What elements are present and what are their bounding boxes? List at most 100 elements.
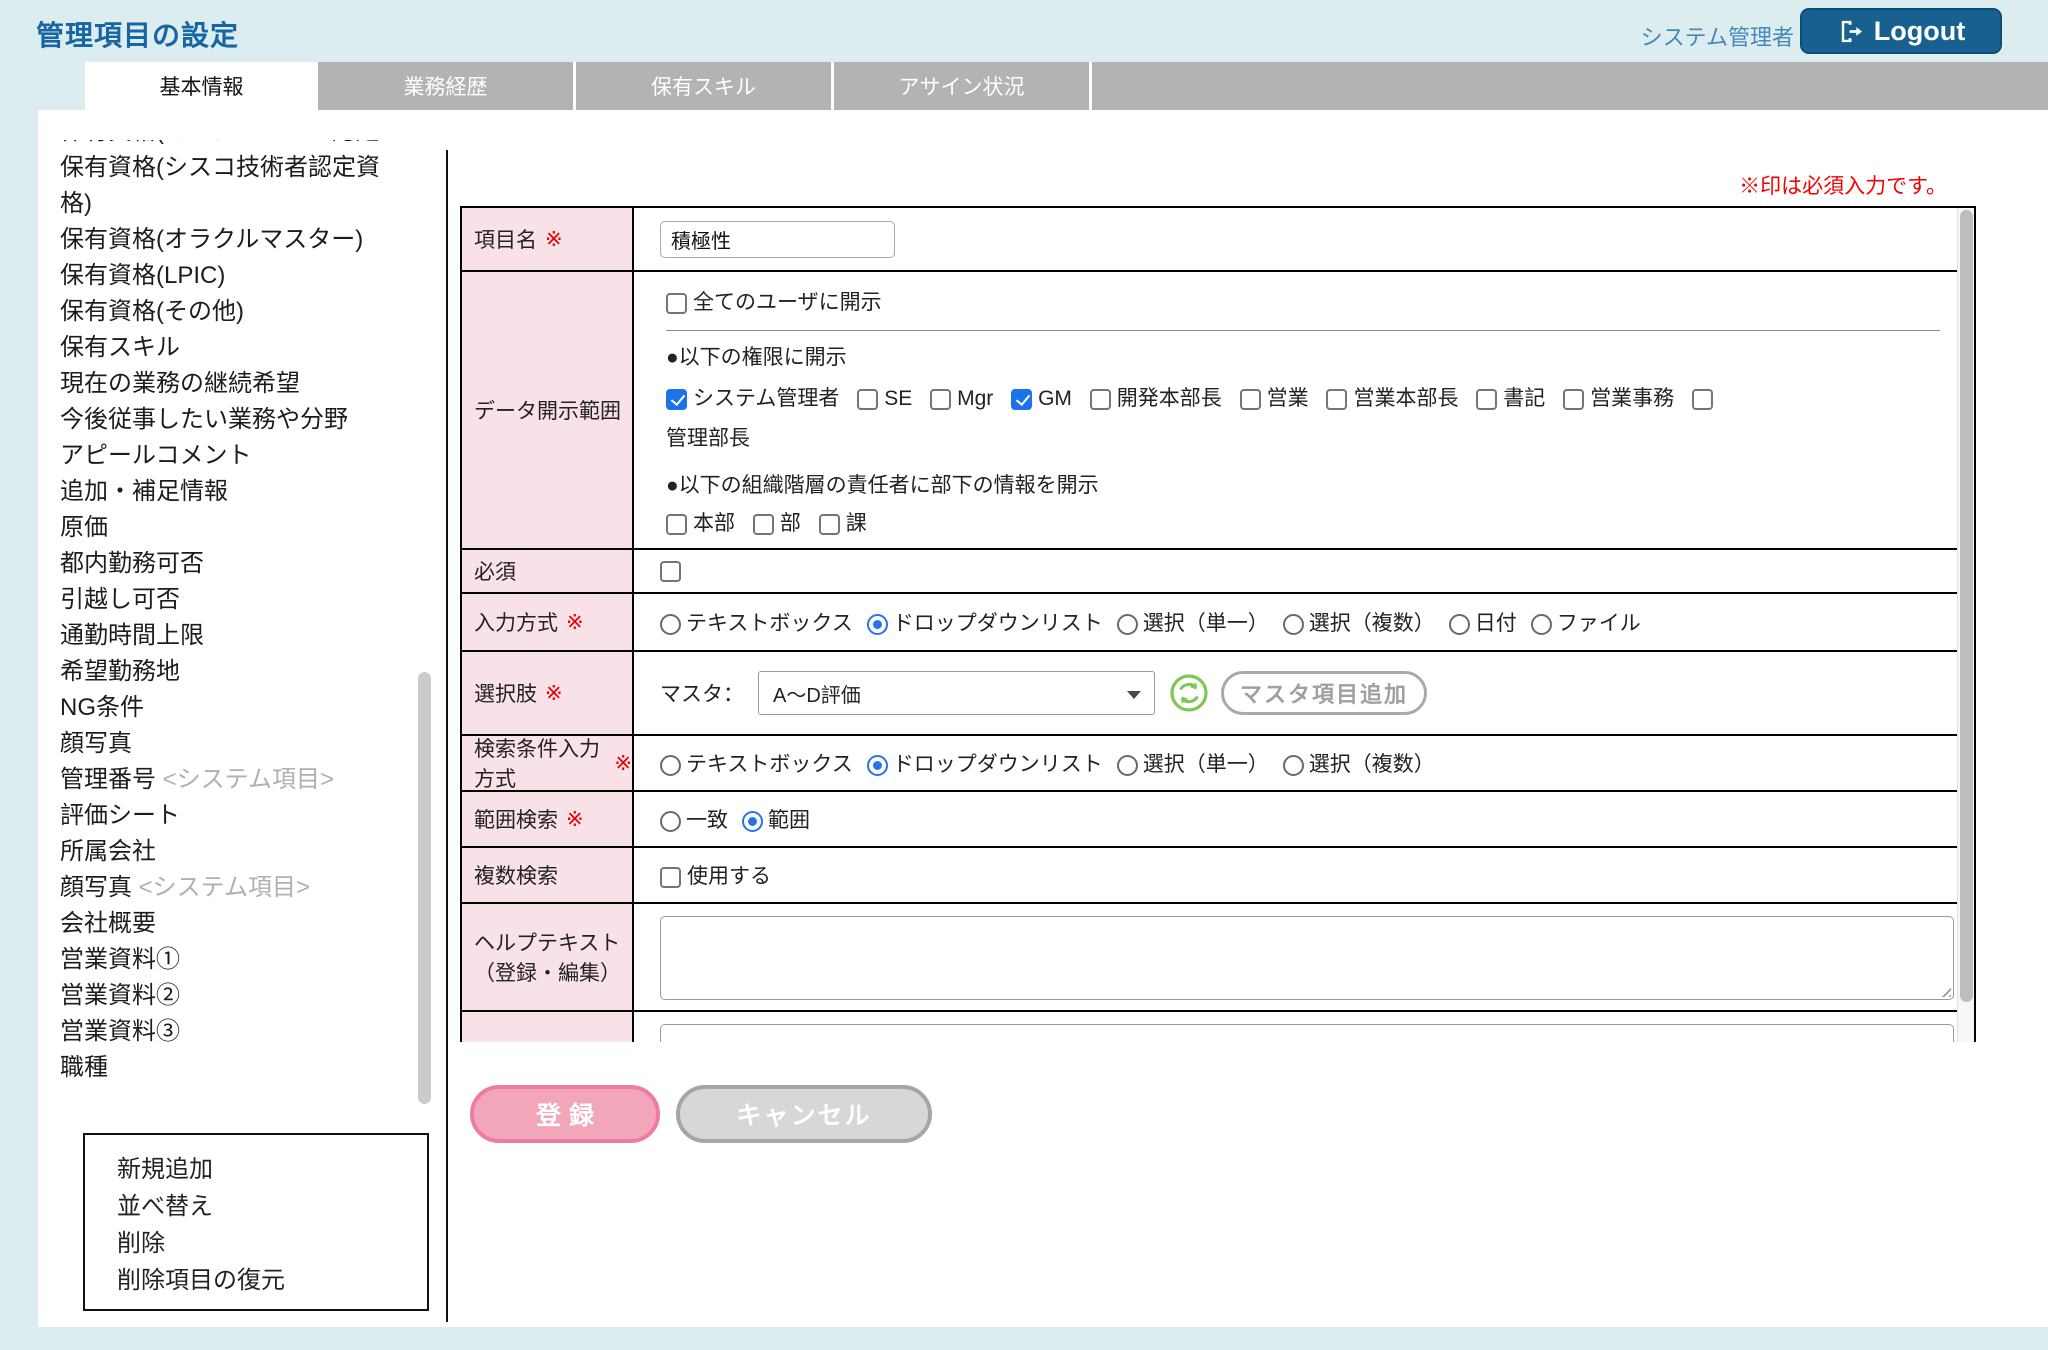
radio-icon <box>1283 755 1304 776</box>
help-text-textarea[interactable] <box>660 916 1954 1000</box>
input-method-radio[interactable]: 選択（複数） <box>1283 607 1435 637</box>
refresh-icon[interactable] <box>1169 673 1209 713</box>
row-clipped <box>462 1012 1974 1042</box>
radio-icon <box>1449 614 1470 635</box>
required-mark: ※ <box>614 751 632 776</box>
org-heading: ●以下の組織階層の責任者に部下の情報を開示 <box>666 469 1954 499</box>
range-search-radio[interactable]: 範囲 <box>742 804 810 834</box>
input-method-radio[interactable]: 選択（単一） <box>1117 607 1269 637</box>
form-scrollbar-track[interactable] <box>1957 208 1974 1042</box>
radio-icon <box>660 755 681 776</box>
list-item[interactable]: 通勤時間上限 <box>60 618 402 654</box>
form-scrollbar-thumb[interactable] <box>1960 210 1973 1002</box>
required-checkbox[interactable] <box>660 559 687 583</box>
list-item-clipped[interactable]: 保有資格(マイクロソフト認定資格、 <box>60 140 402 150</box>
tab-assignment-status[interactable]: アサイン状況 <box>834 62 1092 110</box>
list-item[interactable]: 営業資料① <box>60 942 402 978</box>
list-item[interactable]: NG条件 <box>60 690 402 726</box>
input-method-radio[interactable]: 日付 <box>1449 607 1517 637</box>
list-item[interactable]: 原価 <box>60 510 402 546</box>
permission-checkbox[interactable]: 営業 <box>1240 387 1309 410</box>
action-reorder[interactable]: 並べ替え <box>117 1188 427 1225</box>
permission-checkbox[interactable]: GM <box>1011 387 1072 410</box>
search-method-radio[interactable]: 選択（単一） <box>1117 748 1269 778</box>
resize-grip-icon[interactable] <box>1938 984 1951 997</box>
permission-checkbox[interactable]: 開発本部長 <box>1090 387 1222 410</box>
permission-checkbox[interactable]: 書記 <box>1476 387 1545 410</box>
action-add-new[interactable]: 新規追加 <box>117 1151 427 1188</box>
tab-basic-info[interactable]: 基本情報 <box>85 62 318 110</box>
multi-search-checkbox[interactable]: 使用する <box>660 860 771 890</box>
permission-checkbox[interactable]: SE <box>857 387 912 410</box>
permission-checkbox[interactable]: 営業事務 <box>1563 387 1674 410</box>
list-item[interactable]: 顔写真 <box>60 726 402 762</box>
checkbox-icon <box>1476 389 1497 410</box>
list-item[interactable]: 職種 <box>60 1050 402 1086</box>
permission-checkbox[interactable]: 営業本部長 <box>1326 387 1458 410</box>
input-method-radio[interactable]: テキストボックス <box>660 607 853 637</box>
list-item-system[interactable]: 顔写真 <システム項目> <box>60 870 402 906</box>
action-restore-deleted[interactable]: 削除項目の復元 <box>117 1262 427 1299</box>
list-item[interactable]: 都内勤務可否 <box>60 546 402 582</box>
action-delete[interactable]: 削除 <box>117 1225 427 1262</box>
list-item[interactable]: 会社概要 <box>60 906 402 942</box>
logout-button[interactable]: Logout <box>1800 8 2002 54</box>
field-label: 検索条件入力方式 <box>474 733 606 793</box>
input-method-radio[interactable]: ファイル <box>1531 607 1641 637</box>
tab-work-history[interactable]: 業務経歴 <box>318 62 576 110</box>
list-item[interactable]: 保有資格(オラクルマスター) <box>60 222 402 258</box>
row-range-search: 範囲検索※ 一致 範囲 <box>462 792 1974 848</box>
permission-checkbox[interactable]: Mgr <box>930 387 993 410</box>
list-item[interactable]: 希望勤務地 <box>60 654 402 690</box>
submit-button[interactable]: 登録 <box>470 1085 660 1143</box>
screen: 管理項目の設定 システム管理者 Logout 基本情報 業務経歴 保有スキル ア… <box>0 0 2048 1350</box>
list-item[interactable]: 保有資格(その他) <box>60 294 402 330</box>
item-name-input[interactable] <box>660 221 895 258</box>
list-item[interactable]: 評価シート <box>60 798 402 834</box>
sidebar-scrollbar-thumb[interactable] <box>418 672 431 1104</box>
list-item-system[interactable]: 管理番号 <システム項目> <box>60 762 402 798</box>
search-method-radio[interactable]: ドロップダウンリスト <box>867 748 1103 778</box>
checkbox-icon <box>753 514 774 535</box>
list-item[interactable]: 営業資料② <box>60 978 402 1014</box>
field-label: データ開示範囲 <box>474 395 621 425</box>
list-item[interactable]: 所属会社 <box>60 834 402 870</box>
org-level-checkbox[interactable]: 課 <box>819 512 867 535</box>
checkbox-checked-icon <box>666 389 687 410</box>
field-label: 必須 <box>474 556 516 586</box>
search-method-radio[interactable]: 選択（複数） <box>1283 748 1435 778</box>
tab-skills[interactable]: 保有スキル <box>576 62 834 110</box>
list-item[interactable]: 現在の業務の継続希望 <box>60 366 402 402</box>
list-item[interactable]: アピールコメント <box>60 438 402 474</box>
clipped-textarea[interactable] <box>660 1024 1954 1042</box>
checkbox-checked-icon <box>1011 389 1032 410</box>
org-level-checkbox[interactable]: 本部 <box>666 512 735 535</box>
all-users-checkbox[interactable]: 全てのユーザに開示 <box>666 291 882 314</box>
list-item[interactable]: 保有資格(シスコ技術者認定資格) <box>60 150 402 222</box>
page-title: 管理項目の設定 <box>36 14 239 54</box>
list-item[interactable]: 追加・補足情報 <box>60 474 402 510</box>
list-item[interactable]: 営業資料③ <box>60 1014 402 1050</box>
permission-checkbox[interactable]: システム管理者 <box>666 387 839 410</box>
row-data-scope: データ開示範囲 全てのユーザに開示 ●以下の権限に開示 システム管理者 SE M… <box>462 272 1974 550</box>
required-mark: ※ <box>566 807 584 832</box>
cancel-button[interactable]: キャンセル <box>676 1085 932 1143</box>
row-required: 必須 <box>462 550 1974 594</box>
scope-divider <box>666 330 1940 331</box>
list-item[interactable]: 引越し可否 <box>60 582 402 618</box>
input-method-radio[interactable]: ドロップダウンリスト <box>867 607 1103 637</box>
search-method-radio[interactable]: テキストボックス <box>660 748 853 778</box>
add-master-item-button[interactable]: マスタ項目追加 <box>1221 671 1427 715</box>
system-item-suffix: <システム項目> <box>156 766 334 793</box>
list-item[interactable]: 保有スキル <box>60 330 402 366</box>
field-label: 項目名 <box>474 224 537 254</box>
range-search-radio[interactable]: 一致 <box>660 804 728 834</box>
list-item[interactable]: 今後従事したい業務や分野 <box>60 402 402 438</box>
master-select[interactable]: A〜D評価 <box>758 671 1155 715</box>
checkbox-icon <box>819 514 840 535</box>
master-selected-value: A〜D評価 <box>773 679 861 708</box>
permission-checkbox-group: システム管理者 SE Mgr GM 開発本部長 営業 営業本部長 書記 営業事務… <box>666 379 1731 459</box>
radio-icon <box>1117 614 1138 635</box>
org-level-checkbox[interactable]: 部 <box>753 512 801 535</box>
list-item[interactable]: 保有資格(LPIC) <box>60 258 402 294</box>
